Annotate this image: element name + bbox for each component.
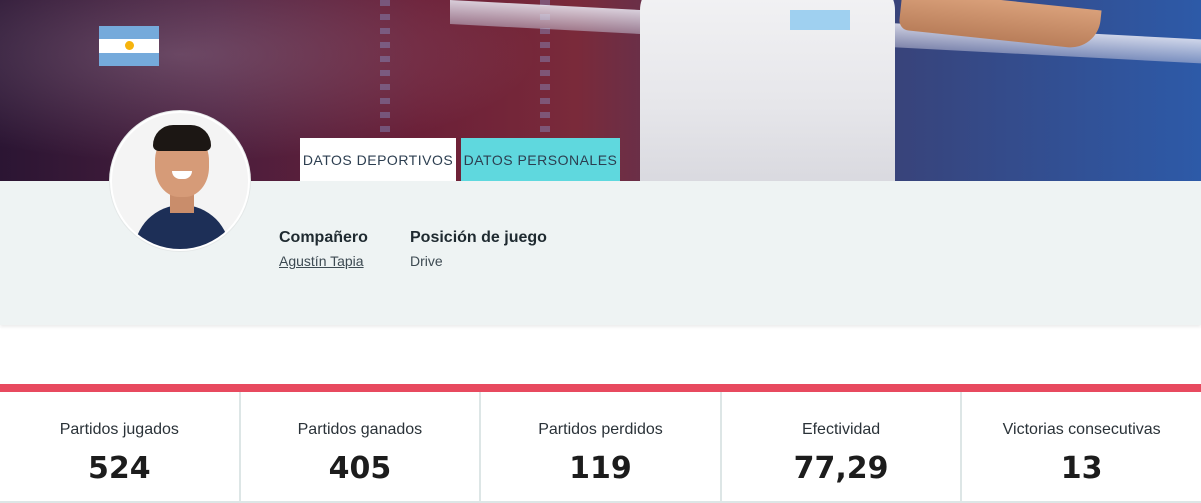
stat-value: 13 bbox=[1060, 451, 1103, 486]
stat-value: 524 bbox=[87, 451, 151, 486]
stat-value: 77,29 bbox=[793, 451, 889, 486]
partner-link[interactable]: Agustín Tapia bbox=[279, 253, 364, 269]
sun-icon bbox=[125, 41, 134, 51]
stat-partidos-jugados: Partidos jugados 524 bbox=[0, 392, 241, 503]
stat-label: Partidos perdidos bbox=[538, 421, 663, 438]
tab-datos-deportivos[interactable]: DATOS DEPORTIVOS bbox=[300, 138, 456, 181]
stat-partidos-perdidos: Partidos perdidos 119 bbox=[481, 392, 722, 503]
stat-label: Efectividad bbox=[801, 421, 881, 438]
stat-value: 119 bbox=[569, 451, 632, 486]
stat-label: Partidos ganados bbox=[297, 421, 423, 438]
stat-label: Victorias consecutivas bbox=[1002, 421, 1161, 438]
stat-value: 405 bbox=[328, 451, 392, 486]
hero-player-image bbox=[640, 0, 895, 181]
stat-victorias-consecutivas: Victorias consecutivas 13 bbox=[962, 392, 1201, 503]
player-avatar bbox=[110, 111, 250, 251]
stat-efectividad: Efectividad 77,29 bbox=[721, 392, 963, 503]
position-value: Drive bbox=[410, 253, 443, 269]
stat-label: Partidos jugados bbox=[59, 421, 179, 438]
partner-label: Compañero bbox=[279, 229, 368, 246]
tab-datos-personales[interactable]: DATOS PERSONALES bbox=[461, 138, 620, 181]
stats-bar: Partidos jugados 524 Partidos ganados 40… bbox=[0, 384, 1201, 503]
stat-partidos-ganados: Partidos ganados 405 bbox=[240, 392, 482, 503]
argentina-flag-icon bbox=[99, 26, 159, 66]
position-label: Posición de juego bbox=[410, 229, 547, 246]
